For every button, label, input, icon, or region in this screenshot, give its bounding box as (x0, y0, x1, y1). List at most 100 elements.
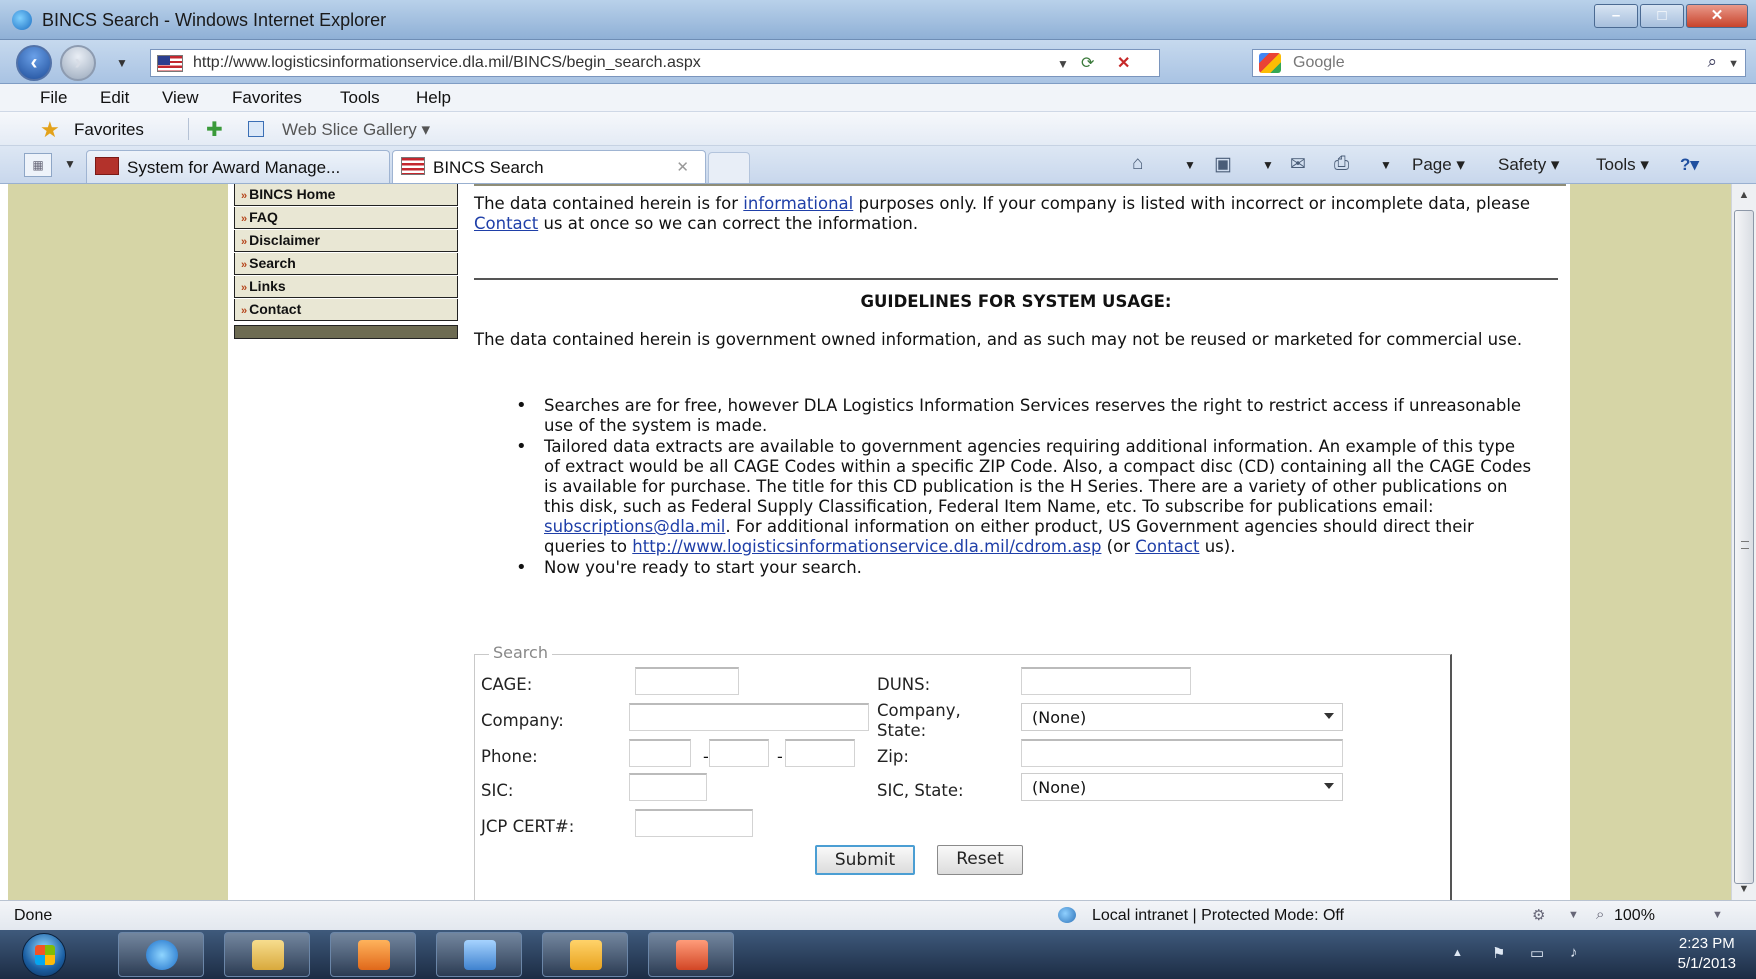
nav-bincs-home[interactable]: » BINCS Home (234, 184, 458, 206)
nav-search[interactable]: » Search (234, 253, 458, 275)
menu-file[interactable]: File (40, 88, 67, 108)
status-bar: Done Local intranet | Protected Mode: Of… (0, 900, 1756, 930)
contact-link[interactable]: Contact (1135, 537, 1199, 556)
feeds-icon[interactable]: ▣ (1214, 153, 1232, 176)
nav-links[interactable]: » Links (234, 276, 458, 298)
nav-footer-bar (234, 325, 458, 339)
nav-disclaimer[interactable]: » Disclaimer (234, 230, 458, 252)
company-state-select[interactable]: (None) (1021, 703, 1343, 731)
settings-dropdown-icon[interactable]: ▼ (1568, 909, 1579, 921)
feeds-dropdown-icon[interactable]: ▼ (1262, 158, 1274, 172)
company-input[interactable] (629, 703, 869, 731)
close-button[interactable]: ✕ (1686, 4, 1748, 28)
menu-favorites[interactable]: Favorites (232, 88, 302, 108)
contact-link[interactable]: Contact (474, 214, 538, 233)
print-icon[interactable]: ⎙ (1334, 153, 1349, 175)
search-icon[interactable]: ⌕ (1707, 52, 1717, 72)
scroll-up-icon[interactable]: ▲ (1732, 184, 1756, 206)
help-menu[interactable]: ?▾ (1680, 155, 1699, 175)
page-viewport: » BINCS Home » FAQ » Disclaimer » Search » Li… (8, 184, 1731, 900)
zip-input[interactable] (1021, 739, 1343, 767)
taskbar-file-explorer[interactable] (224, 932, 310, 977)
menu-help[interactable]: Help (416, 88, 451, 108)
taskbar-powerpoint[interactable] (648, 932, 734, 977)
home-icon[interactable]: ⌂ (1132, 153, 1143, 175)
security-zone-text[interactable]: Local intranet | Protected Mode: Off (1092, 907, 1344, 925)
page-left-margin (8, 184, 228, 900)
favorites-star-icon[interactable]: ★ (40, 117, 60, 143)
maximize-button[interactable]: □ (1640, 4, 1684, 28)
tools-menu[interactable]: Tools ▾ (1596, 155, 1649, 175)
search-options-icon[interactable]: ▼ (1728, 58, 1739, 70)
taskbar-communicator[interactable] (436, 932, 522, 977)
tab-bincs-search[interactable]: BINCS Search ✕ (392, 150, 706, 183)
site-navigation: » BINCS Home » FAQ » Disclaimer » Search » Li… (234, 184, 458, 339)
nav-faq[interactable]: » FAQ (234, 207, 458, 229)
subscriptions-email-link[interactable]: subscriptions@dla.mil (544, 517, 725, 536)
show-hidden-icons-icon[interactable]: ▲ (1452, 947, 1463, 959)
tab-list-dropdown-icon[interactable]: ▼ (64, 157, 76, 171)
menu-tools[interactable]: Tools (340, 88, 380, 108)
sic-input[interactable] (629, 773, 707, 801)
scrollbar-thumb[interactable] (1734, 210, 1754, 884)
back-button[interactable]: ‹ (16, 45, 52, 81)
taskbar-media-player[interactable] (330, 932, 416, 977)
cdrom-link[interactable]: http://www.logisticsinformationservice.d… (632, 537, 1101, 556)
guidelines-heading: GUIDELINES FOR SYSTEM USAGE: (860, 292, 1172, 311)
page-right-margin (1570, 184, 1731, 900)
sic-state-select[interactable]: (None) (1021, 773, 1343, 801)
company-label: Company: (481, 711, 564, 730)
start-button[interactable] (22, 933, 66, 977)
phone-line-input[interactable] (785, 739, 855, 767)
cage-input[interactable] (635, 667, 739, 695)
page-menu[interactable]: Page ▾ (1412, 155, 1465, 175)
windows-taskbar: ▲ ⚑ ▭ ♪ 2:23 PM 5/1/2013 (0, 930, 1756, 979)
divider (474, 278, 1558, 280)
menu-view[interactable]: View (162, 88, 199, 108)
close-tab-icon[interactable]: ✕ (676, 158, 689, 176)
vertical-scrollbar[interactable]: ▲ ▼ (1731, 184, 1756, 900)
phone-area-code-input[interactable] (629, 739, 691, 767)
informational-link[interactable]: informational (743, 194, 853, 213)
safety-menu[interactable]: Safety ▾ (1498, 155, 1559, 175)
address-field[interactable]: http://www.logisticsinformationservice.d… (150, 49, 1160, 77)
search-field[interactable]: Google ⌕ ▼ (1252, 49, 1746, 77)
window-title-bar: BINCS Search - Windows Internet Explorer… (0, 0, 1756, 40)
submit-button[interactable]: Submit (815, 845, 915, 875)
action-center-icon[interactable]: ⚑ (1492, 944, 1505, 962)
url-text[interactable]: http://www.logisticsinformationservice.d… (193, 54, 701, 72)
address-dropdown-icon[interactable]: ▼ (1057, 57, 1069, 71)
refresh-icon[interactable]: ⟳ (1081, 53, 1094, 73)
scroll-down-icon[interactable]: ▼ (1732, 878, 1756, 900)
web-slice-gallery-link[interactable]: Web Slice Gallery ▾ (282, 120, 430, 140)
page-settings-icon[interactable]: ⚙ (1532, 906, 1545, 924)
quick-tabs-icon[interactable]: ▦ (24, 153, 52, 177)
zoom-level[interactable]: 100% (1614, 907, 1655, 925)
home-dropdown-icon[interactable]: ▼ (1184, 158, 1196, 172)
forward-button[interactable]: › (60, 45, 96, 81)
phone-prefix-input[interactable] (709, 739, 769, 767)
menu-edit[interactable]: Edit (100, 88, 129, 108)
jcp-cert-input[interactable] (635, 809, 753, 837)
mail-icon[interactable]: ✉ (1290, 153, 1306, 176)
list-item: Searches are for free, however DLA Logis… (504, 396, 1534, 436)
nav-contact[interactable]: » Contact (234, 299, 458, 321)
network-icon[interactable]: ▭ (1530, 944, 1544, 962)
stop-icon[interactable]: ✕ (1117, 53, 1130, 73)
taskbar-outlook[interactable] (542, 932, 628, 977)
taskbar-clock[interactable]: 2:23 PM 5/1/2013 (1678, 934, 1736, 974)
new-tab-button[interactable] (708, 152, 750, 183)
zoom-dropdown-icon[interactable]: ▼ (1712, 909, 1723, 921)
favorites-button[interactable]: Favorites (74, 120, 144, 140)
minimize-button[interactable]: – (1594, 4, 1638, 28)
duns-input[interactable] (1021, 667, 1191, 695)
print-dropdown-icon[interactable]: ▼ (1380, 158, 1392, 172)
volume-icon[interactable]: ♪ (1570, 944, 1578, 961)
reset-button[interactable]: Reset (937, 845, 1023, 875)
tab-system-for-award-management[interactable]: System for Award Manage... (86, 150, 390, 183)
recent-pages-dropdown-icon[interactable]: ▼ (116, 56, 128, 70)
zoom-icon[interactable]: ⌕ (1596, 906, 1604, 923)
add-to-favorites-icon[interactable]: ✚ (206, 117, 223, 142)
taskbar-internet-explorer[interactable] (118, 932, 204, 977)
google-icon (1259, 53, 1281, 73)
